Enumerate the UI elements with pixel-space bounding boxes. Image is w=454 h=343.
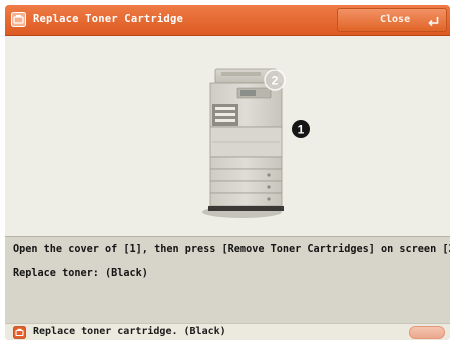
callout-1-badge: 1: [292, 120, 310, 138]
return-arrow-icon: [428, 17, 439, 27]
output-sheet-2: [215, 113, 235, 116]
callout-2-badge: 2: [264, 69, 286, 91]
close-button-label: Close: [380, 14, 411, 25]
paper-drawer-1: [209, 156, 283, 170]
toner-alert-icon: [11, 12, 26, 27]
control-panel-screen: [240, 90, 256, 96]
paper-drawer-2: [209, 168, 283, 182]
status-message: Replace toner cartridge. (Black): [33, 326, 226, 337]
toner-color-text: Replace toner: (Black): [13, 268, 148, 279]
paper-drawer-4: [209, 192, 283, 207]
title-bar: Replace Toner Cartridge Close: [5, 5, 450, 36]
instruction-panel: Open the cover of [1], then press [Remov…: [5, 236, 450, 323]
status-bar: Replace toner cartridge. (Black): [5, 323, 450, 340]
callout-2-number: 2: [272, 74, 279, 88]
output-sheet-1: [215, 107, 235, 110]
printer-illustration-area: 2 1: [5, 36, 450, 236]
toner-screen: Replace Toner Cartridge Close 2 1 Open t…: [5, 5, 450, 340]
status-monitor-button[interactable]: [409, 326, 445, 339]
toner-alert-icon: [13, 326, 26, 339]
instruction-text: Open the cover of [1], then press [Remov…: [13, 244, 450, 255]
window-title: Replace Toner Cartridge: [33, 13, 183, 25]
printer-illustration: 2 1: [202, 68, 310, 218]
output-sheet-3: [215, 119, 235, 122]
callout-1-number: 1: [298, 123, 305, 137]
close-button[interactable]: Close: [337, 8, 447, 32]
paper-drawer-3: [209, 180, 283, 194]
feeder-tray: [221, 72, 261, 76]
printer-base: [208, 206, 284, 211]
